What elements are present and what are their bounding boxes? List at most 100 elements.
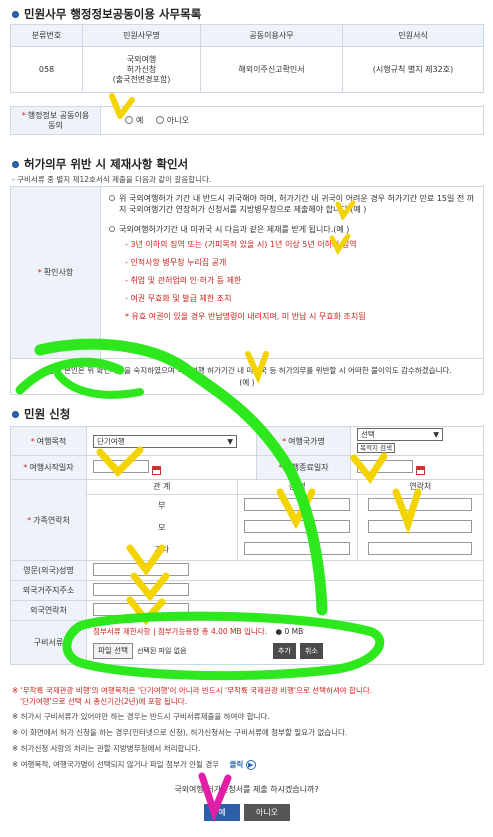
foreign-phone-cell (86, 600, 484, 621)
family-relation: 기타 (87, 538, 238, 560)
section-title-sanctions: 허가의무 위반 시 제재사항 확인서 (12, 156, 188, 172)
circle-icon (109, 226, 115, 232)
col-header: 공동이용사무 (200, 24, 343, 47)
mother-name-input[interactable] (244, 519, 350, 533)
submit-question: 국외여행 허가신청서를 제출 하시겠습니까? (174, 785, 319, 794)
english-name-cell (86, 560, 484, 581)
family-col-header: 관 계 (87, 480, 238, 495)
file-status: 선택된 파일 없음 (136, 647, 187, 655)
warning-message: ※ '무착륙 국제관광 비행'의 여행목적은 '단기여행'이 아니라 반드시 '… (12, 686, 373, 706)
click-link[interactable]: 클릭 (230, 760, 244, 769)
documents-cell: 첨부서류 제한사항 | 첨부가능용량 총 4.00 MB 입니다. ● 0 MB… (86, 620, 484, 665)
calendar-icon[interactable] (416, 466, 425, 475)
sanctions-subtitle: - 구비서류 중 별지 제12호서식 제출을 다음과 같이 갈음합니다. (12, 175, 212, 184)
attachment-limit: 첨부서류 제한사항 | 첨부가능용량 총 4.00 MB 입니다. (93, 627, 268, 636)
start-date-label: * 여행시작일자 (10, 455, 87, 480)
english-name-label: 영문(외국)성명 (10, 560, 87, 581)
country-label: * 여행국가명 (256, 426, 351, 456)
bullet-icon (12, 10, 19, 18)
penalty-item: - 취업 및 관허업의 인·허가 등 제한 (125, 276, 242, 285)
end-date-input[interactable] (357, 460, 413, 473)
family-contact-table: 관 계 성 명 연락처 부 모 기타 (87, 480, 483, 560)
purpose-cell: 단기여행 ▼ (86, 426, 257, 456)
penalty-item: - 3년 이하의 징역 또는 (기피목적 있을 시) 1년 이상 5년 이하의 … (125, 240, 357, 249)
foreign-address-input[interactable] (93, 583, 189, 596)
family-relation: 모 (87, 516, 238, 538)
sanctions-table: * 확인사항 위 국외여행허가 기간 내 반드시 귀국해야 하며, 허가기간 내 … (10, 186, 484, 395)
col-header: 민원사무명 (82, 24, 201, 47)
destination-search-button[interactable]: 목적지 검색 (357, 443, 395, 453)
purpose-select[interactable]: 단기여행 ▼ (93, 434, 237, 448)
end-date-cell (350, 455, 484, 480)
confirm-content: 위 국외여행허가 기간 내 반드시 귀국해야 하며, 허가기간 내 귀국이 어려… (100, 186, 484, 359)
paperclip-icon: ● (275, 627, 283, 636)
application-form: * 여행목적 단기여행 ▼ * 여행국가명 선택 ▼ 목적지 검색 * 여행시작일자 … (10, 426, 484, 665)
family-contact-label: * 가족연락처 (10, 479, 87, 561)
family-name-cell (237, 538, 358, 560)
chevron-down-icon: ▼ (433, 430, 439, 439)
documents-label: 구비서류 (10, 620, 87, 665)
consent-options: 예 아니오 (100, 106, 484, 135)
section-title-shared-use: 민원사무 행정정보공동이용 사무목록 (12, 6, 201, 22)
service-name: 국외여행 허가신청 (출국전변경포함) (82, 46, 201, 93)
father-phone-input[interactable] (368, 497, 473, 511)
category-code: 058 (10, 46, 83, 93)
consent-yes-radio[interactable]: 예 (125, 115, 143, 126)
country-select[interactable]: 선택 ▼ (357, 428, 443, 441)
shared-use-table: 분류번호 민원사무명 공동이용사무 민원서식 058 국외여행 허가신청 (출국… (10, 24, 484, 93)
mother-phone-input[interactable] (368, 519, 473, 533)
other-name-input[interactable] (244, 541, 350, 555)
family-name-cell (237, 494, 358, 516)
penalty-item: - 여권 무효화 및 발급 제한 조치 (125, 294, 232, 303)
service-form: (시행규칙 별지 제32호) (342, 46, 484, 93)
purpose-label: * 여행목적 (10, 426, 87, 456)
foreign-phone-input[interactable] (93, 603, 189, 616)
calendar-icon[interactable] (152, 466, 161, 475)
bullet-icon (12, 160, 19, 168)
note-line: ※ 이 화면에서 허가 신청을 하는 경우(인터넷으로 신청), 허가신청서는 … (12, 728, 348, 737)
other-phone-input[interactable] (368, 541, 473, 555)
foreign-address-label: 외국거주지주소 (10, 580, 87, 601)
chevron-down-icon: ▼ (227, 436, 233, 446)
english-name-input[interactable] (93, 563, 189, 576)
penalty-item: * 유효 여권이 있을 경우 반납명령이 내려지며, 미 반납 시 무효화 조치… (125, 312, 366, 321)
confirm-item-1: 위 국외여행허가 기간 내 반드시 귀국해야 하며, 허가기간 내 귀국이 어려… (109, 193, 475, 215)
shared-service: 해외이주신고확인서 (200, 46, 343, 93)
submit-yes-button[interactable]: 예 (204, 804, 240, 821)
family-relation: 부 (87, 494, 238, 516)
consent-no-radio[interactable]: 아니오 (155, 115, 189, 126)
consent-label: * 행정정보 공동이용 동의 (10, 106, 101, 135)
col-header: 분류번호 (10, 24, 83, 47)
file-select-button[interactable]: 파일 선택 (93, 643, 133, 659)
family-col-header: 연락처 (357, 480, 483, 495)
attachment-used: 0 MB (284, 627, 304, 636)
family-contact-cell: 관 계 성 명 연락처 부 모 기타 (86, 479, 484, 561)
end-date-label: * 여행종료일자 (256, 455, 351, 480)
confirm-item-2: 국외여행허가기간 내 미귀국 시 다음과 같은 제재를 받게 됩니다.(예 ) (109, 224, 475, 235)
arrow-right-icon[interactable]: ▶ (245, 760, 256, 770)
note-line: ※ 허가신청 사항의 처리는 관할 지방병무청에서 처리합니다. (12, 744, 201, 753)
family-name-cell (237, 516, 358, 538)
cancel-file-button[interactable]: 취소 (299, 643, 323, 659)
family-phone-cell (357, 538, 483, 560)
start-date-cell (86, 455, 257, 480)
penalty-list: - 3년 이하의 징역 또는 (기피목적 있을 시) 1년 이상 5년 이하의 … (109, 239, 475, 322)
add-file-button[interactable]: 추가 (272, 643, 296, 659)
consent-table: * 행정정보 공동이용 동의 예 아니오 (10, 106, 484, 135)
family-col-header: 성 명 (237, 480, 358, 495)
bullet-icon (12, 410, 19, 418)
section-title-application: 민원 신청 (12, 406, 70, 422)
country-cell: 선택 ▼ 목적지 검색 (350, 426, 484, 456)
col-header: 민원서식 (342, 24, 484, 47)
circle-icon (109, 195, 115, 201)
foreign-phone-label: 외국연락처 (10, 600, 87, 621)
foreign-address-cell (86, 580, 484, 601)
confirm-label: * 확인사항 (10, 186, 101, 359)
submit-no-button[interactable]: 아니오 (244, 804, 290, 821)
family-phone-cell (357, 494, 483, 516)
agreement-row: * 상기 본인은 위 확인사항을 숙지하였으며 국외여행 허가기간 내 미귀국 등… (10, 358, 484, 395)
start-date-input[interactable] (93, 460, 149, 473)
family-phone-cell (357, 516, 483, 538)
penalty-item: - 인적사항 병무청 누리집 공개 (125, 258, 227, 267)
father-name-input[interactable] (244, 497, 350, 511)
